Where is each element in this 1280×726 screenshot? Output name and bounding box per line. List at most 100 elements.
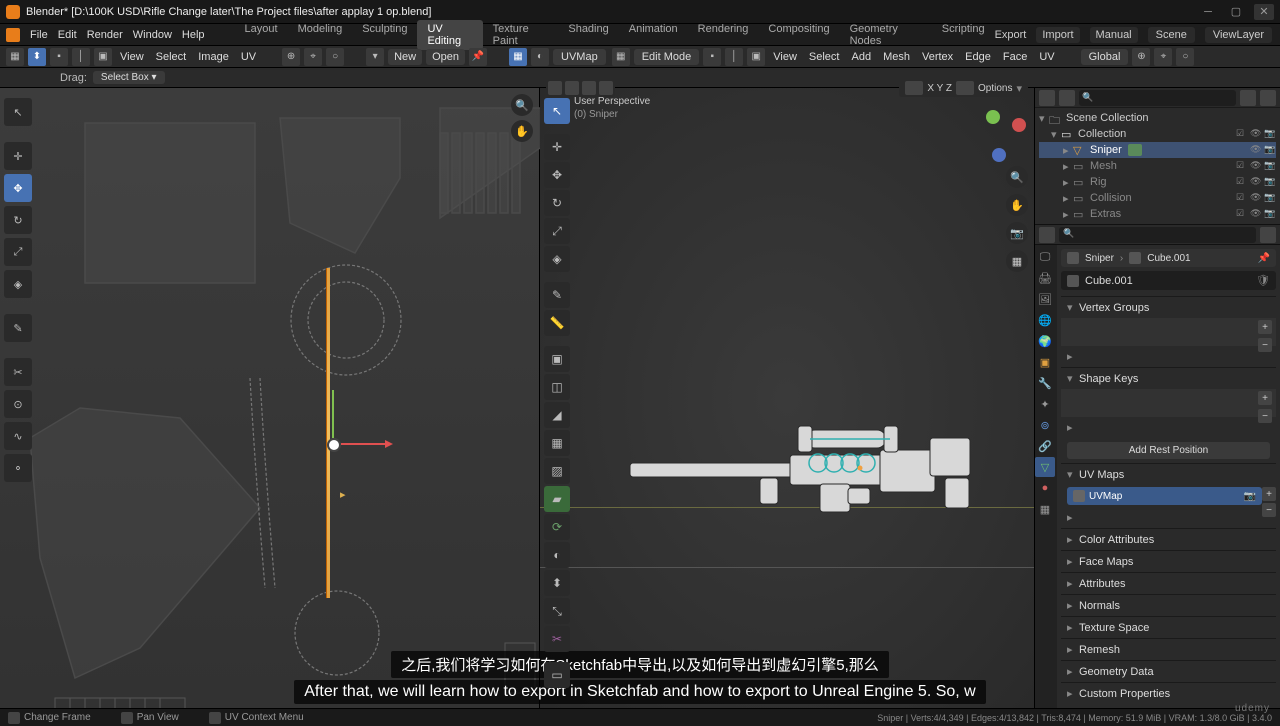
3d-tool-extrude[interactable]: ▣ [544,346,570,372]
uv-new-button[interactable]: New [388,49,422,65]
tab-uv-editing[interactable]: UV Editing [417,20,482,50]
panel-vertex-groups[interactable]: ▾Vertex Groups [1061,297,1276,318]
add-rest-position-button[interactable]: Add Rest Position [1067,442,1270,459]
collection-render-toggle[interactable]: 📷 [1264,128,1276,140]
menu-edit[interactable]: Edit [58,29,77,41]
3d-proportional-icon[interactable]: ○ [1176,48,1194,66]
tab-modeling[interactable]: Modeling [288,20,353,50]
panel-remesh[interactable]: ▸Remesh [1061,639,1276,660]
minimize-button[interactable]: ─ [1198,4,1218,20]
3d-face-select[interactable]: ▣ [747,48,765,66]
uv-edge-select[interactable]: │ [72,48,90,66]
ptab-viewlayer[interactable]: 🖼 [1035,289,1055,309]
editmode-vert-icon[interactable] [565,81,579,95]
ptab-scene[interactable]: 🌐 [1035,310,1055,330]
tab-texture-paint[interactable]: Texture Paint [483,20,559,50]
3d-tool-edge-slide[interactable]: ⬍ [544,570,570,596]
uv-display-icon[interactable]: ▦ [509,48,527,66]
vp-overlay-toggle[interactable] [956,81,974,95]
uv-pivot-icon[interactable]: ⊕ [282,48,300,66]
outliner-collection[interactable]: ▾▭ Collection ☑👁📷 [1039,126,1276,142]
3d-snap-icon[interactable]: ⌖ [1154,48,1172,66]
3d-tool-poly[interactable]: ▰ [544,486,570,512]
tab-layout[interactable]: Layout [235,20,288,50]
vp-gizmo-toggle[interactable] [905,81,923,95]
uvmap-active-render-icon[interactable]: 📷 [1244,491,1256,502]
blender-menu-icon[interactable] [6,28,20,42]
close-button[interactable]: ✕ [1254,4,1274,20]
menu-manual[interactable]: Manual [1090,27,1138,43]
scene-dropdown[interactable]: Scene [1148,27,1195,43]
3d-pivot-icon[interactable]: ⊕ [1132,48,1150,66]
outliner-search[interactable] [1079,90,1236,106]
outliner-item-sniper[interactable]: ▸▽ Sniper 👁📷 [1039,142,1276,158]
nav-pan-icon[interactable]: ✋ [1006,194,1028,216]
editmode-edge-icon[interactable] [582,81,596,95]
3d-uv-menu[interactable]: UV [1035,51,1058,63]
nav-zoom-icon[interactable]: 🔍 [1006,166,1028,188]
crumb-data[interactable]: Cube.001 [1147,253,1190,264]
menu-render[interactable]: Render [87,29,123,41]
panel-color-attributes[interactable]: ▸Color Attributes [1061,529,1276,550]
gizmo-origin[interactable] [327,438,341,452]
uv-image-menu[interactable]: Image [194,51,233,63]
tab-rendering[interactable]: Rendering [688,20,759,50]
panel-normals[interactable]: ▸Normals [1061,595,1276,616]
3d-edge-select[interactable]: │ [725,48,743,66]
3d-tool-spin[interactable]: ⟳ [544,514,570,540]
vg-add-button[interactable]: + [1258,320,1272,334]
uv-face-select[interactable]: ▣ [94,48,112,66]
nav-persp-icon[interactable]: ▦ [1006,250,1028,272]
ptab-physics[interactable]: ⊚ [1035,415,1055,435]
sk-remove-button[interactable]: − [1258,409,1272,423]
menu-export[interactable]: Export [995,29,1027,41]
mode-dropdown[interactable]: Edit Mode [634,49,700,65]
3d-tool-measure[interactable]: 📏 [544,310,570,336]
ptab-constraints[interactable]: 🔗 [1035,436,1055,456]
tool-move[interactable]: ✥ [4,174,32,202]
3d-vertex-menu[interactable]: Vertex [918,51,957,63]
outliner-item-collision[interactable]: ▸▭ Collision ☑👁📷 [1039,190,1276,206]
tool-rotate[interactable]: ↻ [4,206,32,234]
menu-file[interactable]: File [30,29,48,41]
menu-window[interactable]: Window [133,29,172,41]
maximize-button[interactable]: ▢ [1226,4,1246,20]
3d-add-menu[interactable]: Add [847,51,875,63]
panel-shape-keys[interactable]: ▾Shape Keys [1061,368,1276,389]
sniper-eye-toggle[interactable]: 👁 [1250,144,1262,156]
tool-scale[interactable]: ⤢ [4,238,32,266]
panel-texture-space[interactable]: ▸Texture Space [1061,617,1276,638]
ptab-material[interactable]: ● [1035,478,1055,498]
3d-tool-knife[interactable]: ▨ [544,458,570,484]
outliner-scene-collection[interactable]: ▾🗀 Scene Collection [1039,110,1276,126]
uvmap-add-button[interactable]: + [1262,487,1276,501]
outliner[interactable]: ▾🗀 Scene Collection ▾▭ Collection ☑👁📷 ▸▽… [1035,88,1280,225]
vg-remove-button[interactable]: − [1258,338,1272,352]
editmode-icon[interactable] [548,81,562,95]
panel-custom-properties[interactable]: ▸Custom Properties [1061,683,1276,704]
uv-editor-type-icon[interactable]: ▦ [6,48,24,66]
uvmap-dropdown[interactable]: UVMap [553,49,606,65]
panel-attributes[interactable]: ▸Attributes [1061,573,1276,594]
ptab-modifiers[interactable]: 🔧 [1035,373,1055,393]
menu-help[interactable]: Help [182,29,205,41]
axis-z[interactable] [992,148,1006,162]
sniper-model[interactable] [590,408,1010,528]
uv-overlay-icon[interactable]: ◐ [531,48,549,66]
sk-add-button[interactable]: + [1258,391,1272,405]
uv-select-menu[interactable]: Select [152,51,191,63]
tool-annotate[interactable]: ✎ [4,314,32,342]
3d-tool-smooth[interactable]: ◐ [544,542,570,568]
outliner-display-icon[interactable] [1059,90,1075,106]
uv-uv-menu[interactable]: UV [237,51,260,63]
props-options-icon[interactable] [1260,227,1276,243]
uv-open-button[interactable]: Open [426,49,465,65]
3d-tool-region[interactable]: ▭ [544,662,570,688]
axis-y[interactable] [986,110,1000,124]
collection-eye-toggle[interactable]: 👁 [1250,128,1262,140]
uv-view-menu[interactable]: View [116,51,148,63]
3d-tool-loopcut[interactable]: ▦ [544,430,570,456]
tool-grab[interactable]: ⊙ [4,390,32,418]
uvmap-remove-button[interactable]: − [1262,503,1276,517]
axis-x[interactable] [1012,118,1026,132]
